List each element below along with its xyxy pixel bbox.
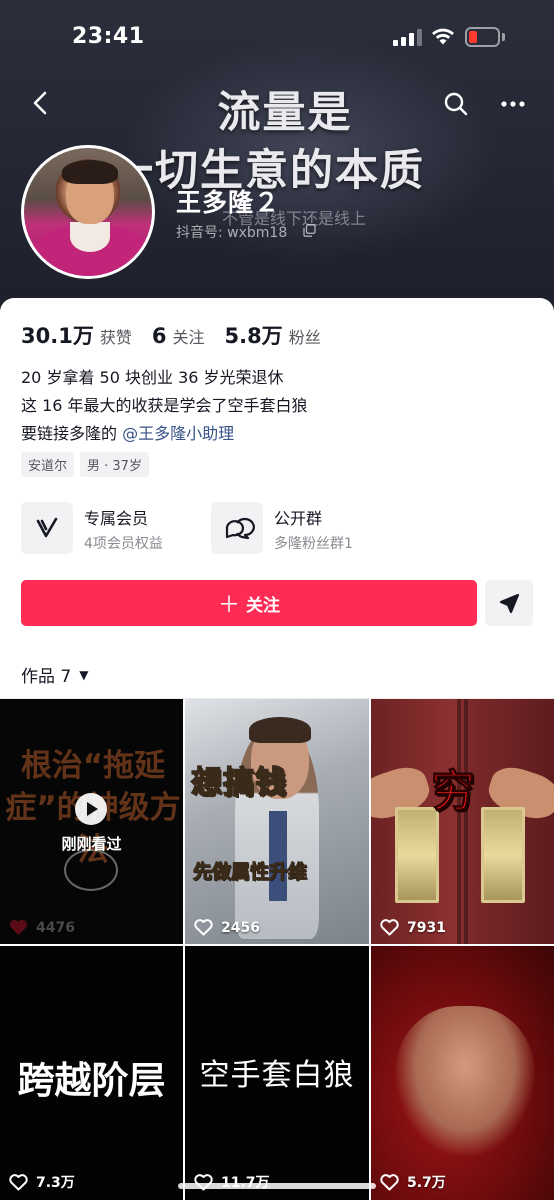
stat-following-count[interactable]: 6 bbox=[152, 324, 167, 348]
works-tab-label: 作品 7 bbox=[21, 667, 72, 687]
bio-line: 这 16 年最大的收获是学会了空手套白狼 bbox=[21, 396, 308, 415]
caret-down-icon: ▼ bbox=[79, 667, 89, 682]
stat-followers-label[interactable]: 粉丝 bbox=[289, 324, 321, 348]
plus-icon: ＋ bbox=[217, 593, 240, 618]
gender-age-tag: 男 · 37岁 bbox=[80, 452, 149, 477]
chat-bubbles-icon bbox=[211, 502, 263, 554]
follow-button[interactable]: ＋ 关注 bbox=[21, 580, 477, 626]
bio-mention-link[interactable]: @王多隆小助理 bbox=[122, 424, 234, 443]
wifi-icon bbox=[432, 28, 454, 45]
video-likes: 11.7万 bbox=[194, 1172, 270, 1192]
profile-bio: 20 岁拿着 50 块创业 36 岁光荣退休 这 16 年最大的收获是学会了空手… bbox=[21, 364, 308, 448]
back-icon[interactable] bbox=[24, 86, 58, 120]
stat-likes-count: 30.1万 bbox=[21, 324, 94, 348]
heart-icon bbox=[380, 1173, 399, 1190]
video-likes-count: 7.3万 bbox=[36, 1175, 75, 1191]
video-likes-count: 11.7万 bbox=[221, 1172, 270, 1192]
feature-title: 专属会员 bbox=[84, 509, 149, 528]
bio-line: 20 岁拿着 50 块创业 36 岁光荣退休 bbox=[21, 368, 284, 387]
video-cover-title: 跨越阶层 bbox=[17, 1059, 166, 1102]
public-group-entry[interactable]: 公开群 多隆粉丝群1 bbox=[211, 502, 391, 554]
video-cover-title: 想搞钱 bbox=[190, 764, 287, 802]
heart-filled-icon bbox=[10, 919, 27, 935]
video-likes: 7.3万 bbox=[9, 1172, 75, 1192]
video-tile[interactable]: 5.7万 bbox=[371, 946, 554, 1200]
status-bar: 23:41 bbox=[0, 0, 554, 70]
video-likes: 2456 bbox=[194, 919, 260, 936]
send-icon bbox=[499, 593, 520, 614]
video-likes-count: 5.7万 bbox=[407, 1175, 446, 1191]
douyin-id: 抖音号: wxbm18 bbox=[176, 225, 288, 241]
video-tile[interactable]: 想搞钱 先做属性升维 2456 bbox=[185, 699, 369, 944]
home-indicator[interactable] bbox=[178, 1183, 376, 1189]
status-time: 23:41 bbox=[72, 24, 145, 49]
exclusive-membership-entry[interactable]: 专属会员 4项会员权益 bbox=[21, 502, 201, 554]
video-cover-title: 空手套白狼 bbox=[199, 1058, 355, 1093]
heart-icon bbox=[380, 919, 399, 936]
video-tile[interactable]: 空手套白狼 11.7万 bbox=[185, 946, 369, 1200]
vip-v-icon bbox=[21, 502, 73, 554]
video-cover-title: 穷 bbox=[431, 766, 476, 818]
battery-icon bbox=[465, 27, 505, 47]
send-message-button[interactable] bbox=[485, 580, 533, 626]
video-grid: 根治“拖延症”的神级方法 刚刚看过 4476 想搞钱 先做属性升维 2456 穷… bbox=[0, 699, 554, 1200]
avatar[interactable] bbox=[21, 145, 155, 279]
video-likes: 7931 bbox=[380, 919, 446, 936]
stat-following-label[interactable]: 关注 bbox=[172, 324, 204, 348]
bio-line-prefix: 要链接多隆的 bbox=[21, 424, 123, 443]
profile-name: 王多隆２ bbox=[176, 188, 281, 217]
stat-followers-count[interactable]: 5.8万 bbox=[224, 320, 282, 350]
video-likes: 5.7万 bbox=[380, 1172, 446, 1192]
video-likes-count: 4476 bbox=[36, 919, 75, 936]
alarm-clock-icon bbox=[64, 849, 118, 891]
heart-icon bbox=[194, 919, 213, 936]
feature-subtitle: 4项会员权益 bbox=[84, 536, 163, 552]
video-likes-count: 2456 bbox=[221, 919, 260, 936]
copy-icon[interactable] bbox=[303, 224, 316, 237]
feature-subtitle: 多隆粉丝群1 bbox=[274, 536, 353, 552]
follow-button-label: 关注 bbox=[246, 595, 280, 616]
more-icon[interactable] bbox=[496, 88, 530, 120]
video-likes: 4476 bbox=[9, 919, 75, 936]
play-icon bbox=[75, 793, 107, 825]
search-icon[interactable] bbox=[440, 88, 472, 120]
location-tag: 安道尔 bbox=[21, 452, 75, 477]
feature-title: 公开群 bbox=[274, 509, 323, 528]
video-cover-subtitle: 先做属性升维 bbox=[192, 861, 308, 884]
stat-likes-label: 获赞 bbox=[99, 328, 132, 347]
heart-icon bbox=[9, 1173, 28, 1190]
video-tile[interactable]: 穷 7931 bbox=[371, 699, 554, 944]
video-tile[interactable]: 跨越阶层 7.3万 bbox=[0, 946, 183, 1200]
video-likes-count: 7931 bbox=[407, 919, 446, 936]
cellular-signal-icon bbox=[393, 29, 423, 46]
bio-line: 要链接多隆的 @王多隆小助理 bbox=[21, 420, 308, 448]
video-tile[interactable]: 根治“拖延症”的神级方法 刚刚看过 4476 bbox=[0, 699, 183, 944]
tab-works[interactable]: 作品 7 ▼ bbox=[21, 662, 88, 687]
profile-tags: 安道尔 男 · 37岁 bbox=[21, 452, 149, 477]
recently-watched-label: 刚刚看过 bbox=[61, 835, 122, 853]
profile-stats: 30.1万 获赞 6 关注 5.8万 粉丝 bbox=[21, 320, 341, 350]
